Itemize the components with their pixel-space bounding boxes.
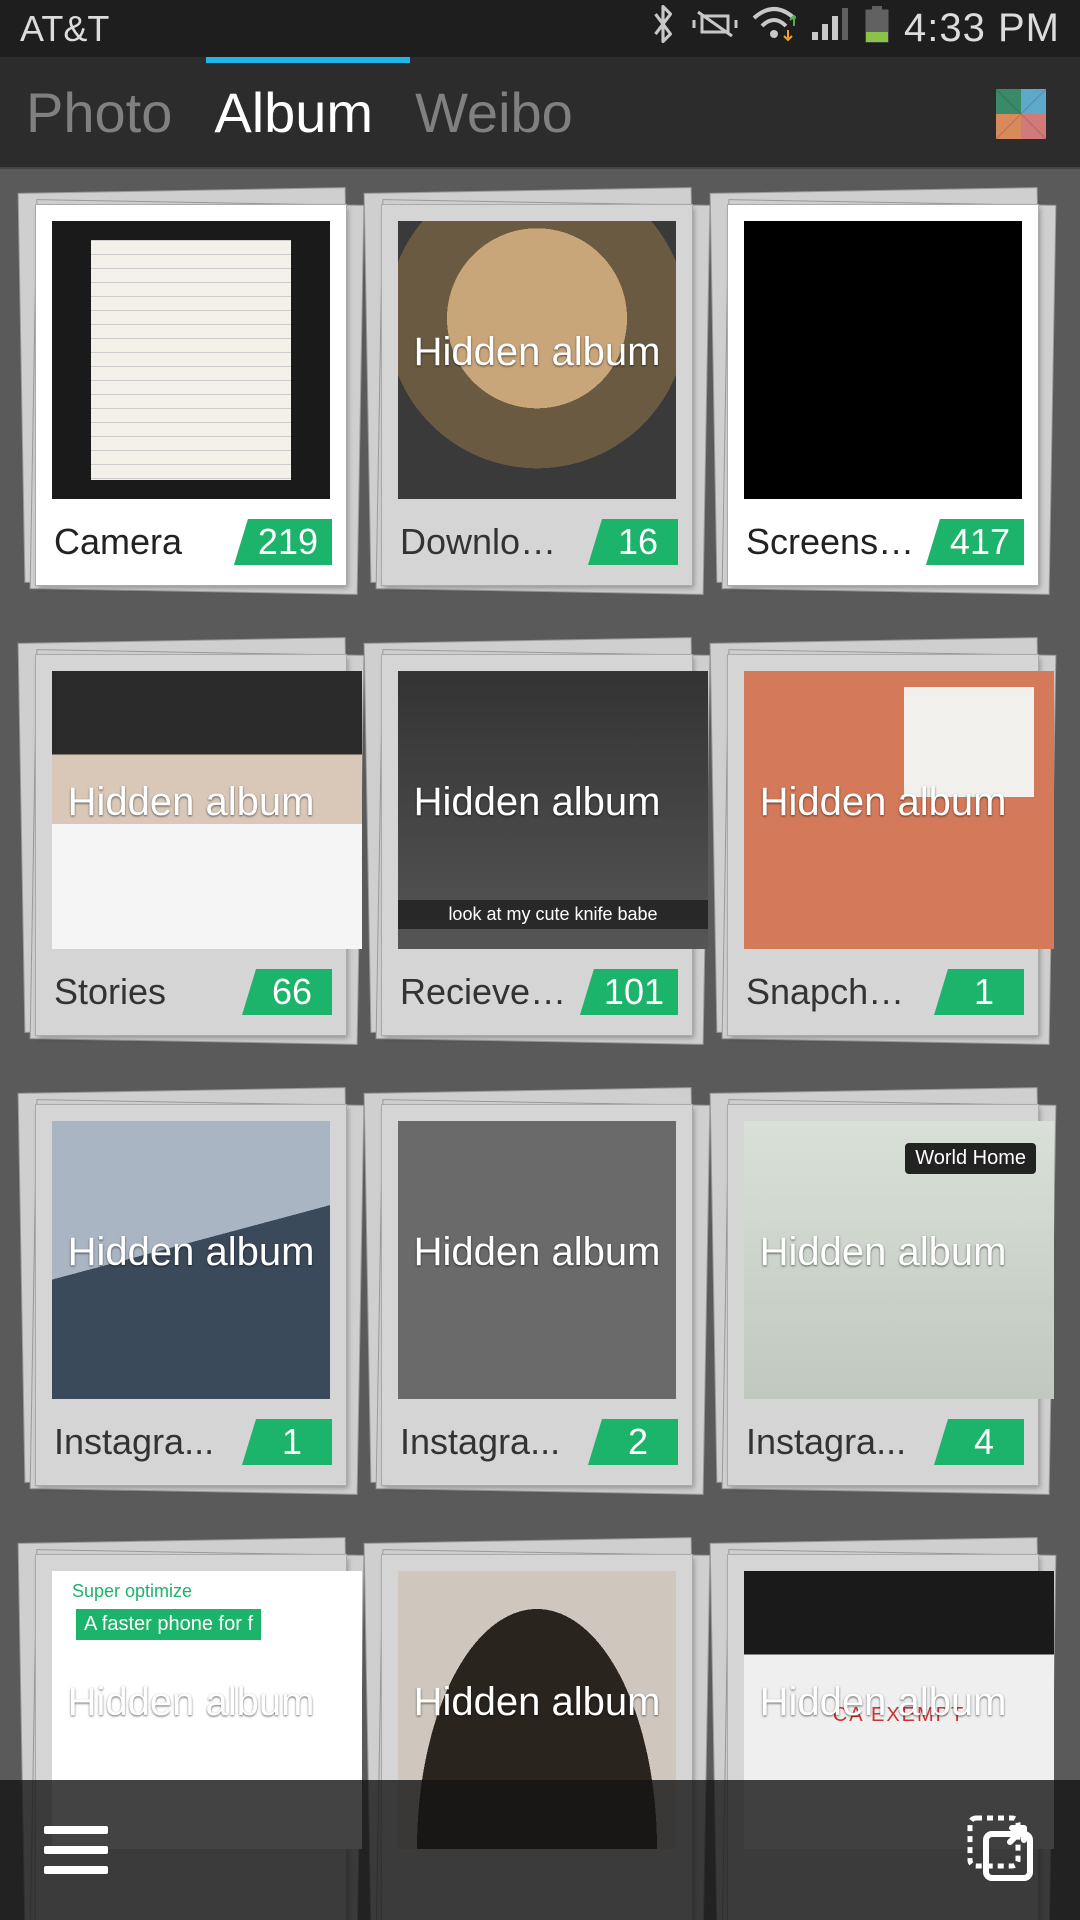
status-icons: 4:33 PM	[648, 4, 1060, 53]
album-thumbnail	[398, 1121, 676, 1399]
tab-weibo[interactable]: Weibo	[415, 80, 573, 145]
album-count-badge: 1	[242, 1419, 332, 1465]
album-card[interactable]: Hidden album Stories 66	[36, 655, 346, 1035]
carrier-label: AT&T	[20, 8, 109, 50]
album-footer: Download... 16	[382, 499, 692, 585]
album-thumbnail	[744, 671, 1054, 949]
album-name-label: Snapchat...	[746, 971, 916, 1013]
album-name-label: Instagra...	[54, 1421, 214, 1463]
album-count-badge: 417	[926, 519, 1024, 565]
vibrate-icon	[692, 4, 738, 53]
wifi-icon	[752, 6, 796, 51]
album-footer: Screensh... 417	[728, 499, 1038, 585]
album-footer: Snapchat... 1	[728, 949, 1038, 1035]
album-thumbnail	[744, 221, 1022, 499]
album-footer: Instagra... 4	[728, 1399, 1038, 1485]
album-footer: Instagra... 2	[382, 1399, 692, 1485]
tab-indicator	[206, 57, 410, 63]
album-name-label: Screensh...	[746, 521, 916, 563]
album-count-badge: 1	[934, 969, 1024, 1015]
album-name-label: Download...	[400, 521, 570, 563]
clock-label: 4:33 PM	[904, 6, 1060, 51]
album-count-badge: 101	[580, 969, 678, 1015]
album-thumbnail	[52, 1121, 330, 1399]
album-count-badge: 4	[934, 1419, 1024, 1465]
album-card[interactable]: Hidden album Instagra... 2	[382, 1105, 692, 1485]
album-card[interactable]: Hidden album Instagra... 4	[728, 1105, 1038, 1485]
album-name-label: Instagra...	[746, 1421, 906, 1463]
album-thumbnail	[744, 1121, 1054, 1399]
album-name-label: Recieved...	[400, 971, 570, 1013]
album-card[interactable]: Hidden album Instagra... 1	[36, 1105, 346, 1485]
album-thumbnail	[398, 671, 708, 949]
album-count-badge: 16	[588, 519, 678, 565]
battery-icon	[864, 4, 890, 53]
album-count-badge: 66	[242, 969, 332, 1015]
album-footer: Camera 219	[36, 499, 346, 585]
album-card[interactable]: Screensh... 417	[728, 205, 1038, 585]
album-name-label: Camera	[54, 521, 182, 563]
album-footer: Instagra... 1	[36, 1399, 346, 1485]
signal-icon	[810, 6, 850, 51]
album-thumbnail	[52, 671, 362, 949]
album-card[interactable]: Hidden album Download... 16	[382, 205, 692, 585]
album-card[interactable]: Camera 219	[36, 205, 346, 585]
album-card[interactable]: Hidden album Snapchat... 1	[728, 655, 1038, 1035]
album-count-badge: 219	[234, 519, 332, 565]
album-count-badge: 2	[588, 1419, 678, 1465]
bottom-bar	[0, 1780, 1080, 1920]
tab-bar: Photo Album Weibo	[0, 57, 1080, 169]
resize-icon[interactable]	[964, 1812, 1036, 1889]
tab-photo[interactable]: Photo	[26, 80, 172, 145]
album-footer: Stories 66	[36, 949, 346, 1035]
album-name-label: Stories	[54, 971, 166, 1013]
album-card[interactable]: Hidden album Recieved... 101	[382, 655, 692, 1035]
status-bar: AT&T 4:33 PM	[0, 0, 1080, 57]
tab-album[interactable]: Album	[214, 80, 373, 145]
album-grid: Camera 219 Hidden album Download... 16 S…	[0, 169, 1080, 1920]
album-thumbnail	[398, 221, 676, 499]
album-footer: Recieved... 101	[382, 949, 692, 1035]
album-thumbnail	[52, 221, 330, 499]
app-logo-icon[interactable]	[996, 89, 1046, 139]
menu-icon[interactable]	[44, 1826, 108, 1874]
bluetooth-icon	[648, 4, 678, 53]
album-name-label: Instagra...	[400, 1421, 560, 1463]
